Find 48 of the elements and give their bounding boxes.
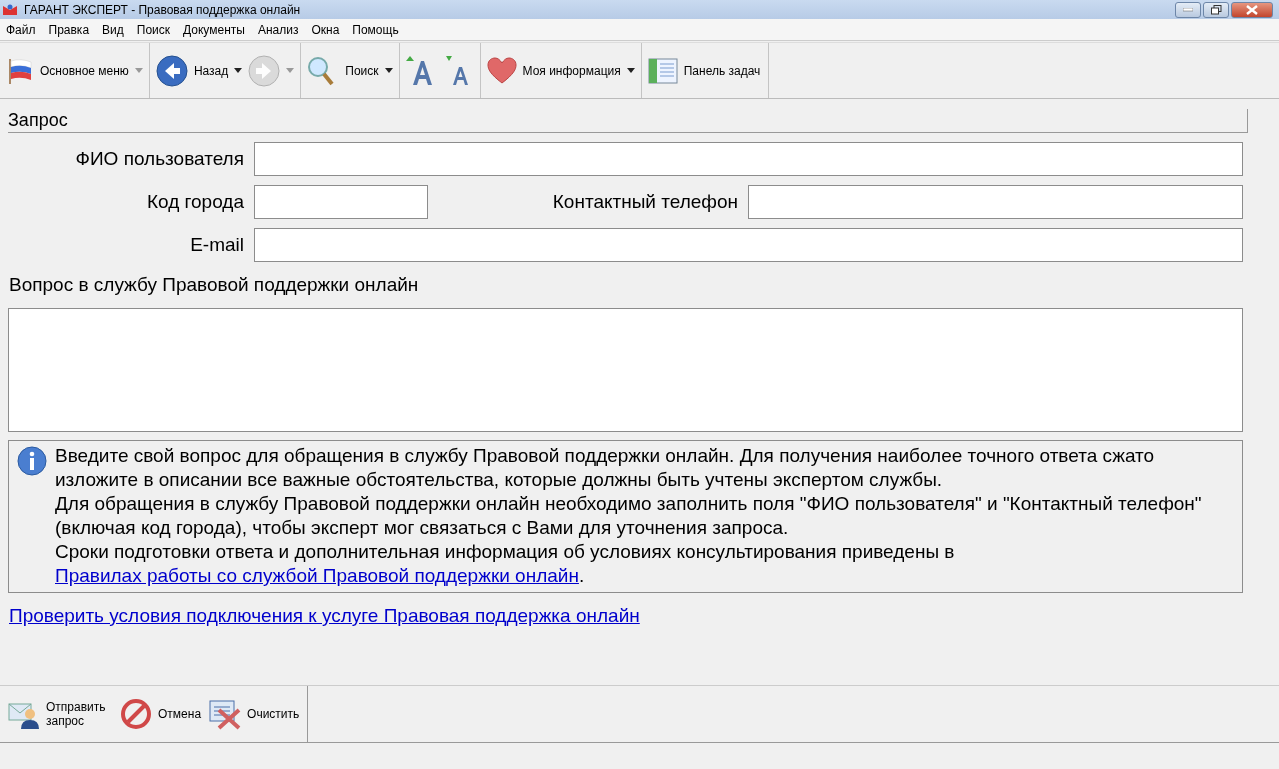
field-label: Код города: [145, 191, 244, 213]
app-logo-icon: [2, 3, 18, 16]
send-request-button[interactable]: Отправить запрос: [6, 696, 114, 732]
caret-icon[interactable]: [234, 68, 243, 73]
task-panel-button[interactable]: Панель задач: [645, 55, 763, 86]
heart-icon: [486, 56, 517, 85]
menu-item[interactable]: Документы: [183, 22, 245, 37]
menu-item[interactable]: Правка: [48, 22, 90, 37]
panel-icon: [647, 57, 678, 84]
caret-icon[interactable]: [384, 68, 393, 73]
caret-icon[interactable]: [626, 68, 635, 73]
form-delete-icon: [209, 698, 242, 730]
info-icon: [17, 446, 47, 476]
phone-input-field[interactable]: [748, 185, 1243, 219]
window-title: ГАРАНТ ЭКСПЕРТ - Правовая поддержка онлайн: [24, 2, 302, 17]
question-label: Вопрос в службу Правовой поддержки онлайн: [8, 274, 420, 296]
close-icon: [1246, 4, 1258, 15]
email-input-field[interactable]: [254, 228, 1243, 262]
city-code-input-field[interactable]: [254, 185, 428, 219]
rules-link[interactable]: Правилах работы со службой Правовой поддержки онлайн: [55, 565, 579, 586]
menu-item[interactable]: Вид: [102, 22, 124, 37]
menu-item[interactable]: Поиск: [136, 22, 171, 37]
flag-icon: [6, 56, 34, 85]
prohibited-icon: [120, 698, 152, 730]
menu-item[interactable]: Файл: [6, 22, 36, 37]
main-menu-button[interactable]: Основное меню: [4, 54, 131, 87]
restore-icon: [1210, 4, 1222, 15]
my-info-button[interactable]: Моя информация: [484, 54, 623, 87]
info-text: Для обращения в службу Правовой поддержки онлайн необходимо заполнить поля "ФИО пользователя" и "Контактный телефон" (включая код города), чтобы эксперт мог связаться с Вами для уточнения запроса.: [55, 492, 1203, 540]
field-label: ФИО пользователя: [74, 148, 244, 170]
menu-item[interactable]: Анализ: [257, 22, 299, 37]
name-input-field[interactable]: [254, 142, 1243, 176]
cancel-button[interactable]: Отмена: [118, 696, 204, 732]
close-button[interactable]: [1231, 1, 1273, 18]
section-title: Запрос: [8, 110, 68, 130]
clear-button[interactable]: Очистить: [207, 696, 302, 732]
minimize-icon: [1183, 7, 1193, 12]
field-label: Контактный телефон: [551, 191, 738, 213]
search-button[interactable]: Поиск: [305, 53, 381, 88]
restore-button[interactable]: [1203, 1, 1229, 18]
field-label: E-mail: [189, 234, 244, 256]
menu-item[interactable]: Помощь: [352, 22, 399, 37]
info-text: Сроки подготовки ответа и дополнительная информация об условиях консультирования приведены в Правилах работы со службой Правовой поддержки онлайн.: [55, 540, 956, 588]
check-conditions-link[interactable]: Проверить условия подключения к услуге Правовая поддержка онлайн: [9, 605, 640, 626]
back-button[interactable]: Назад: [153, 52, 231, 89]
info-text: Введите свой вопрос для обращения в службу Правовой поддержки онлайн. Для получения наиболее точного ответа сжато изложите в описании все важные обстоятельства, которые должны быть учтены экспертом службы.: [55, 444, 1156, 492]
search-icon: [307, 55, 336, 86]
menu-item[interactable]: Окна: [311, 22, 340, 37]
